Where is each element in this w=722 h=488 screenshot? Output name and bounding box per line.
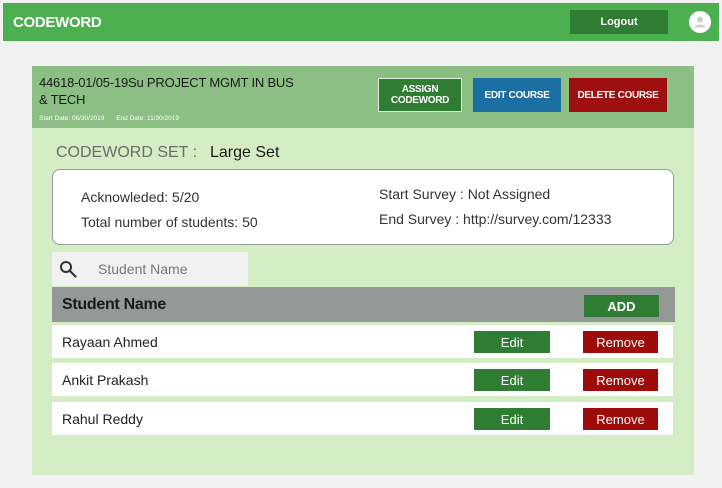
logout-button[interactable]: Logout (570, 10, 668, 34)
total-students: Total number of students: 50 (81, 214, 258, 230)
student-name-column-header: Student Name (62, 296, 166, 313)
student-name: Ankit Prakash (62, 372, 149, 388)
course-dates: Start Date: 06/30/2019 End Date: 11/30/2… (39, 115, 189, 122)
end-survey: End Survey : http://survey.com/12333 (379, 211, 612, 227)
remove-student-button[interactable]: Remove (583, 369, 658, 391)
course-end-date: End Date: 11/30/2019 (116, 115, 179, 122)
table-row: Ankit Prakash Edit Remove (52, 363, 673, 396)
course-title: 44618-01/05-19Su PROJECT MGMT IN BUS & T… (39, 75, 294, 107)
delete-course-button[interactable]: DELETE COURSE (569, 78, 667, 112)
acknowledged-count: Acknowleded: 5/20 (81, 189, 200, 205)
app-title: CODEWORD (13, 14, 102, 31)
student-name: Rahul Reddy (62, 411, 143, 427)
assign-codeword-button[interactable]: ASSIGN CODEWORD (378, 78, 462, 112)
user-icon (689, 11, 711, 33)
table-header: Student Name ADD (52, 287, 675, 322)
course-start-date: Start Date: 06/30/2019 (39, 115, 105, 122)
codeword-set-label: CODEWORD SET : (56, 144, 198, 161)
course-header: 44618-01/05-19Su PROJECT MGMT IN BUS & T… (32, 66, 694, 128)
course-card: 44618-01/05-19Su PROJECT MGMT IN BUS & T… (32, 66, 694, 475)
search-input[interactable] (98, 259, 238, 279)
start-survey: Start Survey : Not Assigned (379, 186, 551, 202)
course-stats-panel: Acknowleded: 5/20 Total number of studen… (52, 169, 674, 245)
search-icon (60, 261, 77, 278)
edit-course-button[interactable]: EDIT COURSE (473, 78, 561, 112)
student-name: Rayaan Ahmed (62, 334, 158, 350)
user-avatar[interactable] (689, 11, 711, 33)
add-student-button[interactable]: ADD (584, 295, 659, 317)
table-row: Rayaan Ahmed Edit Remove (52, 325, 673, 358)
remove-student-button[interactable]: Remove (583, 408, 658, 430)
edit-student-button[interactable]: Edit (474, 408, 550, 430)
student-search (52, 252, 248, 286)
edit-student-button[interactable]: Edit (474, 331, 550, 353)
codeword-set-value: Large Set (210, 144, 280, 161)
remove-student-button[interactable]: Remove (583, 331, 658, 353)
table-row: Rahul Reddy Edit Remove (52, 402, 673, 435)
top-bar: CODEWORD Logout (3, 3, 719, 41)
edit-student-button[interactable]: Edit (474, 369, 550, 391)
